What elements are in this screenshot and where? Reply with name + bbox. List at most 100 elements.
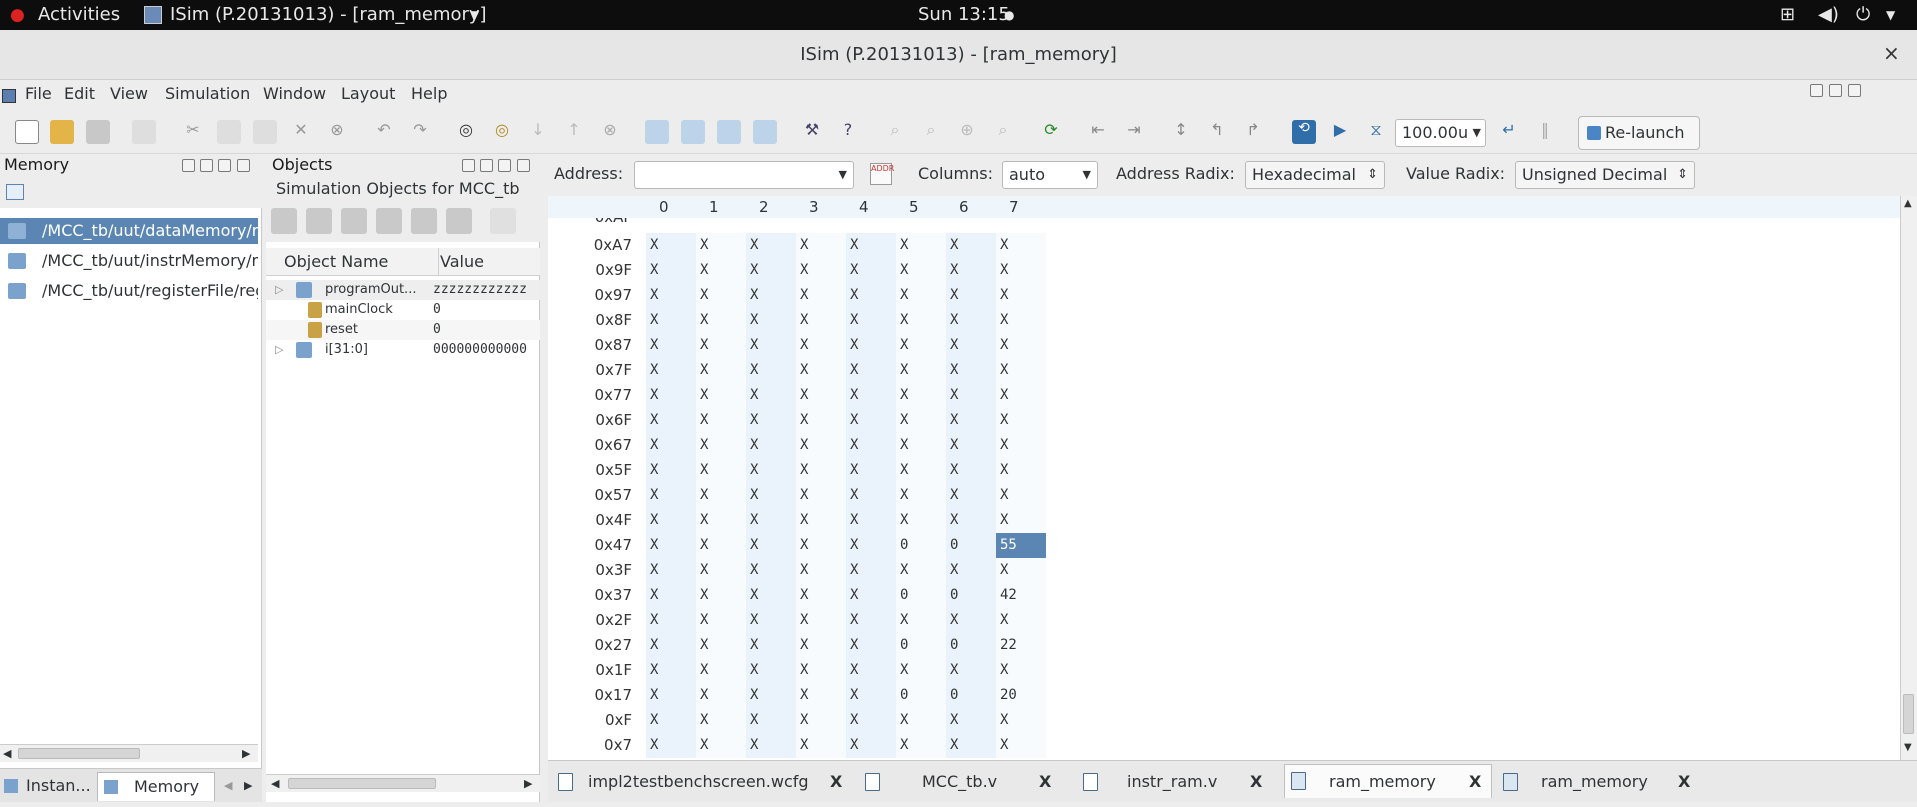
memory-cell[interactable]: X (746, 408, 796, 433)
object-row[interactable]: ▷ programOut... zzzzzzzzzzzz (266, 280, 540, 300)
memory-cell[interactable]: X (846, 708, 896, 733)
go-to-next-icon[interactable]: ⇥ (1122, 120, 1146, 144)
previous-transition-icon[interactable]: ↰ (1205, 120, 1229, 144)
memory-cell[interactable]: X (796, 533, 846, 558)
memory-cell[interactable]: 22 (996, 633, 1046, 658)
memory-cell[interactable]: X (996, 508, 1046, 533)
memory-cell[interactable]: X (796, 658, 846, 683)
memory-cell[interactable]: X (696, 558, 746, 583)
memory-cell[interactable]: X (846, 583, 896, 608)
memory-cell[interactable]: X (696, 583, 746, 608)
find-icon[interactable]: ⊗ (325, 120, 349, 144)
window-close-button[interactable]: × (1883, 41, 1900, 65)
memory-cell[interactable]: X (946, 658, 996, 683)
scroll-right-icon[interactable]: ▶ (242, 747, 250, 760)
memory-cell[interactable]: X (996, 708, 1046, 733)
memory-cell[interactable]: X (796, 433, 846, 458)
memory-cell[interactable]: X (946, 408, 996, 433)
memory-cell[interactable]: X (996, 283, 1046, 308)
tab-ram-memory-active[interactable]: ram_memory X (1284, 764, 1492, 798)
memory-cell[interactable]: X (746, 683, 796, 708)
pause-icon[interactable]: ‖ (1533, 120, 1557, 144)
memory-cell[interactable]: X (996, 483, 1046, 508)
memory-cell[interactable]: X (996, 233, 1046, 258)
memory-cell[interactable]: X (846, 458, 896, 483)
scroll-thumb[interactable] (288, 778, 436, 789)
memory-cell[interactable]: X (696, 308, 746, 333)
scroll-thumb[interactable] (18, 748, 140, 759)
memory-cell[interactable]: X (846, 408, 896, 433)
memory-cell[interactable]: X (646, 308, 696, 333)
memory-cell[interactable]: 0 (946, 683, 996, 708)
memory-cell[interactable]: X (896, 433, 946, 458)
memory-cell[interactable]: X (746, 708, 796, 733)
help-pointer-icon[interactable]: ? (836, 120, 860, 144)
new-file-icon[interactable] (15, 120, 39, 144)
binoculars-icon[interactable]: ◎ (454, 120, 478, 144)
memory-cell[interactable]: X (896, 733, 946, 758)
memory-cell[interactable]: 0 (946, 583, 996, 608)
memory-cell[interactable]: X (796, 458, 846, 483)
memory-cell[interactable]: 20 (996, 683, 1046, 708)
filter-inout-icon[interactable] (341, 208, 367, 234)
memory-cell[interactable]: X (696, 233, 746, 258)
memory-cell[interactable]: X (846, 308, 896, 333)
memory-cell[interactable]: X (896, 233, 946, 258)
memory-cell[interactable]: X (946, 308, 996, 333)
memory-cell[interactable]: X (846, 508, 896, 533)
memory-cell[interactable]: X (696, 658, 746, 683)
toggle-panels-icon[interactable] (753, 120, 777, 144)
power-icon[interactable]: ⏻ (1856, 0, 1870, 30)
memory-h-scrollbar[interactable]: ◀ ▶ (0, 744, 258, 762)
run-for-icon[interactable]: ⧖ (1364, 120, 1388, 144)
memory-cell[interactable]: X (846, 733, 896, 758)
memory-cell[interactable]: X (946, 458, 996, 483)
marker-icon[interactable]: ↕ (1169, 120, 1193, 144)
memory-cell[interactable]: X (996, 458, 1046, 483)
memory-cell[interactable]: X (746, 433, 796, 458)
memory-cell[interactable]: X (746, 608, 796, 633)
arrow-up-icon[interactable]: ↑ (562, 120, 586, 144)
memory-cell[interactable]: X (696, 683, 746, 708)
goto-address-icon[interactable]: ADDR (870, 163, 894, 185)
memory-cell[interactable]: X (896, 608, 946, 633)
memory-cell[interactable]: X (946, 383, 996, 408)
memory-cell[interactable]: X (896, 383, 946, 408)
memory-cell[interactable]: X (796, 308, 846, 333)
memory-cell[interactable]: X (996, 608, 1046, 633)
address-radix-select[interactable]: Hexadecimal ⇕ (1245, 161, 1385, 189)
memory-cell[interactable]: X (696, 733, 746, 758)
memory-cell[interactable]: X (646, 258, 696, 283)
activities-button[interactable]: Activities (38, 0, 120, 30)
tab-memory[interactable]: Memory (97, 772, 215, 801)
memory-cell[interactable]: X (846, 633, 896, 658)
memory-cell[interactable]: X (696, 258, 746, 283)
value-radix-select[interactable]: Unsigned Decimal ⇕ (1515, 161, 1695, 189)
memory-cell[interactable]: X (646, 508, 696, 533)
tab-close-icon[interactable]: X (1678, 765, 1690, 799)
memory-cell[interactable]: X (946, 333, 996, 358)
memory-cell[interactable]: X (696, 333, 746, 358)
memory-cell[interactable]: X (796, 583, 846, 608)
panel-float-button[interactable] (462, 159, 475, 172)
memory-cell[interactable]: X (646, 483, 696, 508)
memory-cell[interactable]: X (746, 283, 796, 308)
memory-cell[interactable]: X (696, 708, 746, 733)
mdi-close-button[interactable] (1848, 84, 1861, 97)
memory-cell[interactable]: X (846, 283, 896, 308)
open-folder-icon[interactable] (50, 120, 74, 144)
tile-horizontal-icon[interactable] (681, 120, 705, 144)
memory-cell[interactable]: X (696, 508, 746, 533)
filter-constant-icon[interactable] (411, 208, 437, 234)
memory-cell[interactable]: X (746, 483, 796, 508)
copy-icon[interactable] (217, 120, 241, 144)
address-field[interactable]: ▼ (634, 161, 854, 189)
memory-cell[interactable]: X (896, 408, 946, 433)
memory-cell[interactable]: X (896, 483, 946, 508)
memory-cell[interactable]: X (846, 608, 896, 633)
filter-variable-icon[interactable] (446, 208, 472, 234)
memory-cell[interactable]: X (646, 458, 696, 483)
memory-cell[interactable]: X (996, 433, 1046, 458)
scroll-down-icon[interactable]: ▼ (1904, 742, 1912, 753)
memory-cell[interactable]: X (746, 558, 796, 583)
